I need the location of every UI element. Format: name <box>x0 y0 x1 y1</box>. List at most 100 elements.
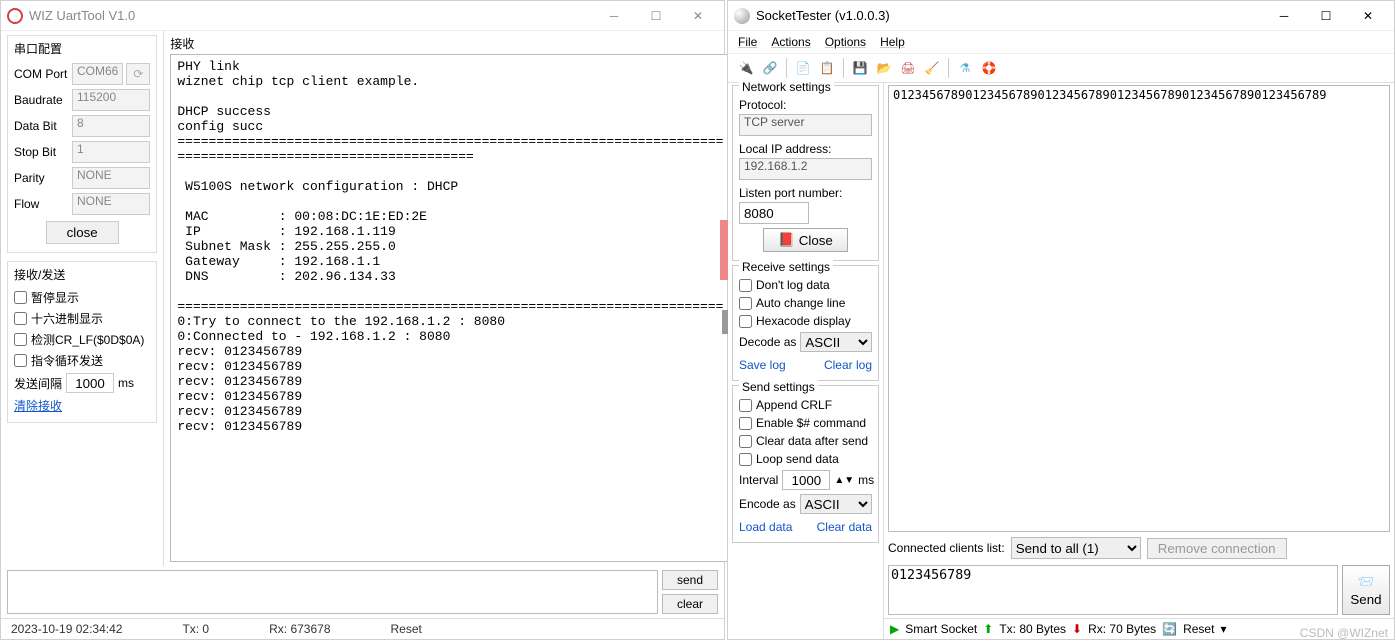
interval-input[interactable] <box>66 373 114 393</box>
watermark: CSDN @WIZnet <box>1300 626 1388 640</box>
serial-close-button[interactable]: close <box>46 221 119 244</box>
status-socket: Smart Socket <box>905 622 977 636</box>
menu-actions[interactable]: Actions <box>771 35 810 49</box>
send-row: send clear <box>1 566 724 618</box>
copy-icon[interactable]: 📄 <box>793 58 813 78</box>
recv-textbox-2[interactable]: 0123456789012345678901234567890123456789… <box>888 85 1390 532</box>
comport-select[interactable]: COM66 <box>72 63 123 85</box>
arrow-split-tab <box>722 310 728 334</box>
save-icon[interactable]: 💾 <box>850 58 870 78</box>
window-title: WIZ UartTool V1.0 <box>29 8 594 23</box>
protocol-select[interactable]: TCP server <box>739 114 872 136</box>
ip-label: Local IP address: <box>739 142 872 156</box>
loop-label: 指令循环发送 <box>31 352 103 369</box>
right-panel-2: 0123456789012345678901234567890123456789… <box>884 83 1394 639</box>
network-settings-group: Network settings Protocol: TCP server Lo… <box>732 85 879 261</box>
brush-icon[interactable]: 🧹 <box>922 58 942 78</box>
load-data-link[interactable]: Load data <box>739 520 792 534</box>
print-icon[interactable]: 🖨 <box>898 58 918 78</box>
crlf-checkbox-2[interactable] <box>739 399 752 412</box>
clients-select[interactable]: Send to all (1) <box>1011 537 1141 559</box>
send-textarea-2[interactable] <box>888 565 1338 615</box>
protocol-label: Protocol: <box>739 98 872 112</box>
decode-label: Decode as <box>739 335 796 349</box>
paste-icon[interactable]: 📋 <box>817 58 837 78</box>
flow-label: Flow <box>14 197 72 211</box>
menu-options[interactable]: Options <box>825 35 866 49</box>
loop-checkbox[interactable] <box>14 354 27 367</box>
clear-recv-link[interactable]: 清除接收 <box>14 399 62 413</box>
hexacode-checkbox[interactable] <box>739 315 752 328</box>
nolog-checkbox[interactable] <box>739 279 752 292</box>
menu-file[interactable]: File <box>738 35 757 49</box>
status-reset[interactable]: Reset <box>391 622 422 636</box>
unplug-icon[interactable]: 🔗 <box>760 58 780 78</box>
dollar-checkbox[interactable] <box>739 417 752 430</box>
pause-checkbox[interactable] <box>14 291 27 304</box>
close-window-button-2[interactable]: ✕ <box>1348 3 1388 29</box>
crlf-label: 检测CR_LF($0D$0A) <box>31 331 144 348</box>
send-button[interactable]: send <box>662 570 718 590</box>
loopsend-checkbox[interactable] <box>739 453 752 466</box>
crlf-checkbox[interactable] <box>14 333 27 346</box>
encode-label: Encode as <box>739 497 796 511</box>
rxtx-title: 接收/发送 <box>14 266 150 283</box>
parity-label: Parity <box>14 171 72 185</box>
open-icon[interactable]: 📂 <box>874 58 894 78</box>
receive-settings-title: Receive settings <box>739 260 833 274</box>
window-title-2: SocketTester (v1.0.0.3) <box>756 8 1264 23</box>
baud-label: Baudrate <box>14 93 72 107</box>
socket-close-button[interactable]: 📕 Close <box>763 228 848 252</box>
clearafter-checkbox[interactable] <box>739 435 752 448</box>
send-button-2[interactable]: 📨 Send <box>1342 565 1390 615</box>
up-arrow-icon: ⬆ <box>983 622 993 636</box>
interval-input-2[interactable] <box>782 470 830 490</box>
maximize-button[interactable]: ☐ <box>636 3 676 29</box>
flow-select[interactable]: NONE <box>72 193 150 215</box>
interval-unit: ms <box>118 376 134 390</box>
status-reset-2[interactable]: Reset <box>1183 622 1214 636</box>
clear-data-link[interactable]: Clear data <box>817 520 872 534</box>
help-icon[interactable]: 🛟 <box>979 58 999 78</box>
encode-select[interactable]: ASCII <box>800 494 872 514</box>
port-label: Listen port number: <box>739 186 872 200</box>
autoline-checkbox[interactable] <box>739 297 752 310</box>
parity-select[interactable]: NONE <box>72 167 150 189</box>
port-input[interactable] <box>739 202 809 224</box>
plug-icon[interactable]: 🔌 <box>736 58 756 78</box>
remove-conn-button[interactable]: Remove connection <box>1147 538 1287 559</box>
recv-title: 接收 <box>170 35 730 52</box>
menu-help[interactable]: Help <box>880 35 905 49</box>
receive-settings-group: Receive settings Don't log data Auto cha… <box>732 265 879 381</box>
databit-select[interactable]: 8 <box>72 115 150 137</box>
interval-label-2: Interval <box>739 473 778 487</box>
baud-select[interactable]: 115200 <box>72 89 150 111</box>
door-icon: 📕 <box>778 232 795 248</box>
titlebar2: SocketTester (v1.0.0.3) ─ ☐ ✕ <box>728 1 1394 31</box>
flask-icon[interactable]: ⚗ <box>955 58 975 78</box>
databit-label: Data Bit <box>14 119 72 133</box>
save-log-link[interactable]: Save log <box>739 358 786 372</box>
ip-select[interactable]: 192.168.1.2 <box>739 158 872 180</box>
sockettester-window: SocketTester (v1.0.0.3) ─ ☐ ✕ File Actio… <box>727 0 1395 640</box>
minimize-button-2[interactable]: ─ <box>1264 3 1304 29</box>
refresh-icon-2: 🔄 <box>1162 622 1177 636</box>
refresh-icon[interactable]: ⟳ <box>126 63 150 85</box>
maximize-button-2[interactable]: ☐ <box>1306 3 1346 29</box>
clear-log-link[interactable]: Clear log <box>824 358 872 372</box>
titlebar: WIZ UartTool V1.0 ─ ☐ ✕ <box>1 1 724 31</box>
serial-config-group: 串口配置 COM Port COM66 ⟳ Baudrate115200 Dat… <box>7 35 157 253</box>
decode-select[interactable]: ASCII <box>800 332 872 352</box>
minimize-button[interactable]: ─ <box>594 3 634 29</box>
serial-config-title: 串口配置 <box>14 40 150 57</box>
uarttool-window: WIZ UartTool V1.0 ─ ☐ ✕ 串口配置 COM Port CO… <box>0 0 725 640</box>
hex-checkbox[interactable] <box>14 312 27 325</box>
close-window-button[interactable]: ✕ <box>678 3 718 29</box>
status-tx-2: Tx: 80 Bytes <box>999 622 1066 636</box>
stopbit-label: Stop Bit <box>14 145 72 159</box>
stopbit-select[interactable]: 1 <box>72 141 150 163</box>
recv-textbox[interactable]: PHY link wiznet chip tcp client example.… <box>170 54 730 562</box>
clear-button[interactable]: clear <box>662 594 718 614</box>
send-textarea[interactable] <box>7 570 658 614</box>
interval-label: 发送间隔 <box>14 375 62 392</box>
